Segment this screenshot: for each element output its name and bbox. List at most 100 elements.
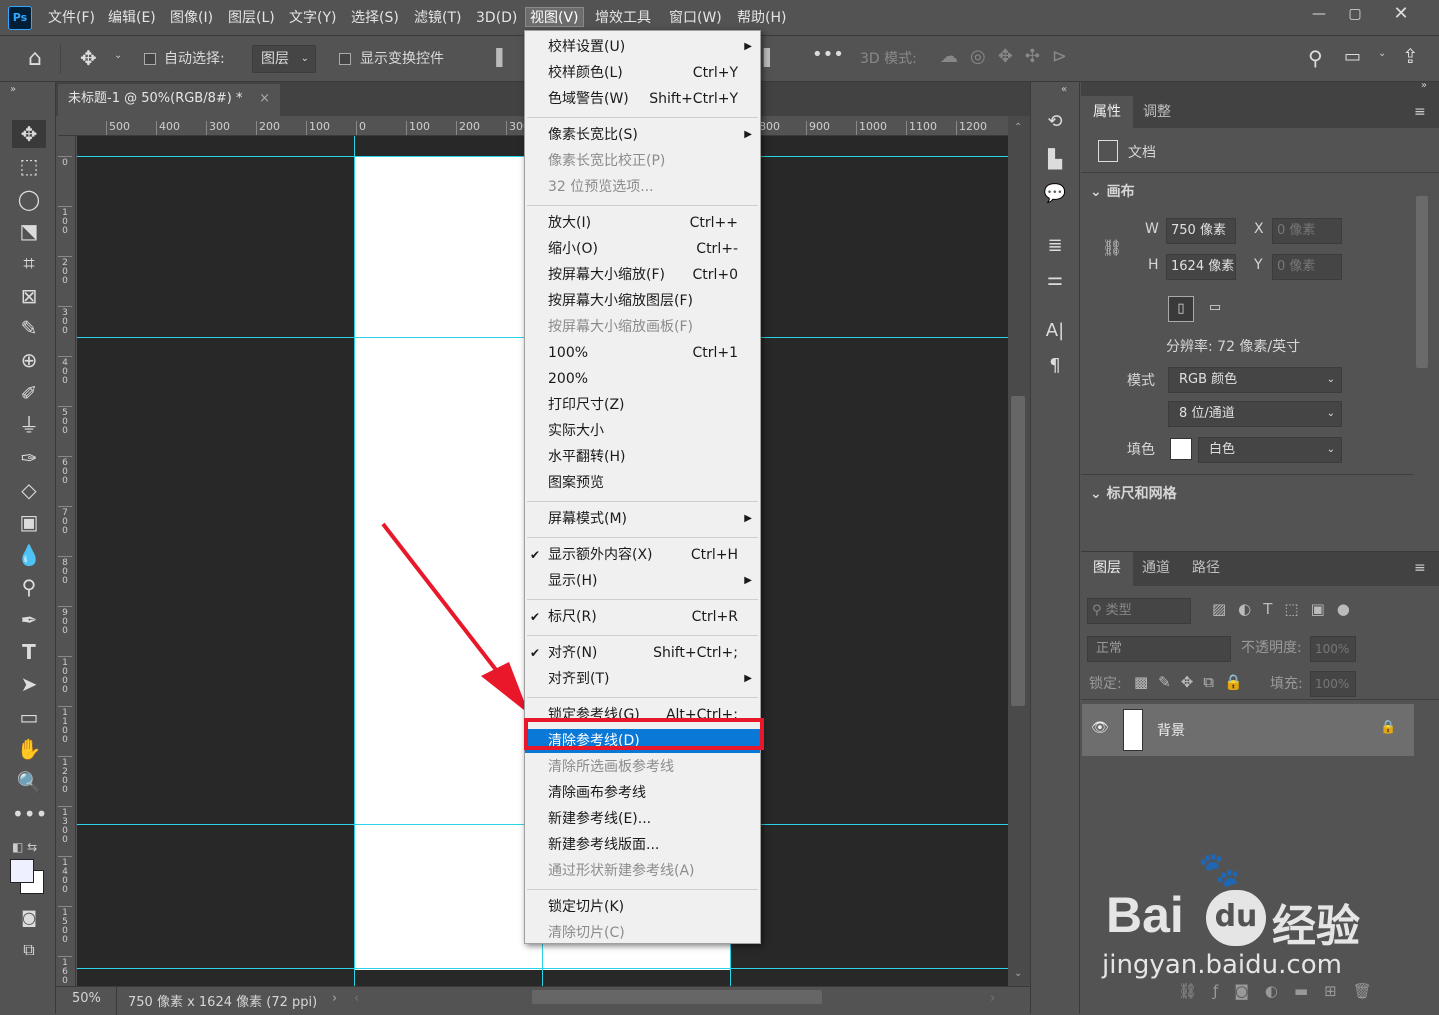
distribute-icon[interactable]: ▌ xyxy=(764,48,776,67)
tab-properties[interactable]: 属性 xyxy=(1081,96,1133,128)
properties-scroll-thumb[interactable] xyxy=(1416,196,1428,368)
maximize-icon[interactable]: ▢ xyxy=(1338,2,1372,26)
tab-layers[interactable]: 图层 xyxy=(1081,552,1133,586)
view-menu-item[interactable]: 像素长宽比(S) ▶ xyxy=(525,123,760,147)
expand-icon[interactable]: » xyxy=(10,84,16,95)
view-menu-item[interactable]: 校样颜色(L) Ctrl+Y xyxy=(525,61,760,85)
view-menu-item[interactable]: 色域警告(W) Shift+Ctrl+Y xyxy=(525,87,760,111)
view-menu-item[interactable]: 200% xyxy=(525,367,760,391)
collapse-icon[interactable]: « xyxy=(1061,84,1067,95)
gradient-tool-icon[interactable]: ▣ xyxy=(12,508,46,536)
view-menu-item[interactable]: 新建参考线版面... xyxy=(525,833,760,857)
auto-select-checkbox[interactable] xyxy=(144,53,156,65)
more-tools-icon[interactable]: ••• xyxy=(12,800,47,828)
marquee-tool-icon[interactable]: ⬚ xyxy=(12,152,46,180)
scroll-up-icon[interactable]: ⌃ xyxy=(1014,122,1022,133)
chevron-down-icon[interactable]: ⌄ xyxy=(114,50,122,61)
history-brush-tool-icon[interactable]: ✑ xyxy=(12,444,46,472)
rulers-grid-section-header[interactable]: ⌄ 标尺和网格 xyxy=(1090,483,1177,503)
rectangle-tool-icon[interactable]: ▭ xyxy=(12,703,46,731)
view-menu-item[interactable]: 缩小(O) Ctrl+- xyxy=(525,237,760,261)
fill-opacity-field[interactable]: 100% xyxy=(1310,671,1356,697)
share-icon[interactable]: ⇪ xyxy=(1402,44,1419,68)
menu-select[interactable]: 选择(S) xyxy=(351,8,399,28)
layer-name[interactable]: 背景 xyxy=(1157,720,1185,740)
fill-select[interactable]: 白色 ⌄ xyxy=(1198,437,1342,463)
adjustments-panel-icon[interactable]: ⚌ xyxy=(1040,266,1070,294)
lock-icons[interactable]: ▩✎✥⧉🔒 xyxy=(1134,673,1253,691)
layer-filter-icons[interactable]: ▨◐T⬚▣● xyxy=(1212,600,1362,618)
brush-tool-icon[interactable]: ✐ xyxy=(12,379,46,407)
type-tool-icon[interactable]: T xyxy=(12,638,46,666)
healing-tool-icon[interactable]: ⊕ xyxy=(12,346,46,374)
pen-tool-icon[interactable]: ✒ xyxy=(12,606,46,634)
view-menu-item[interactable]: 实际大小 xyxy=(525,419,760,443)
eyedropper-tool-icon[interactable]: ✎ xyxy=(12,314,46,342)
view-menu-item[interactable]: 屏幕模式(M) ▶ xyxy=(525,507,760,531)
menu-plugins[interactable]: 增效工具 xyxy=(595,8,651,28)
view-menu-item[interactable]: 清除画布参考线 xyxy=(525,781,760,805)
zoom-tool-icon[interactable]: 🔍 xyxy=(12,768,46,796)
paragraph-panel-icon[interactable]: ¶ xyxy=(1040,352,1070,380)
document-tab[interactable]: 未标题-1 @ 50%(RGB/8#) * × xyxy=(58,84,280,116)
frame-tool-icon[interactable]: ⊠ xyxy=(12,282,46,310)
character-panel-icon[interactable]: A| xyxy=(1040,317,1070,345)
stamp-tool-icon[interactable]: ⏚ xyxy=(12,411,46,439)
menu-file[interactable]: 文件(F) xyxy=(48,8,95,28)
history-panel-icon[interactable]: ⟲ xyxy=(1040,108,1070,136)
view-menu-item[interactable]: 100% Ctrl+1 xyxy=(525,341,760,365)
scroll-down-icon[interactable]: ⌄ xyxy=(1014,968,1022,979)
view-menu-item[interactable]: 图案预览 xyxy=(525,471,760,495)
crop-tool-icon[interactable]: ⌗ xyxy=(12,249,46,277)
home-icon[interactable]: ⌂ xyxy=(28,46,42,71)
width-field[interactable]: 750 像素 xyxy=(1166,218,1236,244)
tab-paths[interactable]: 路径 xyxy=(1180,552,1232,586)
tab-channels[interactable]: 通道 xyxy=(1130,552,1182,586)
move-tool-icon[interactable]: ✥ xyxy=(12,120,46,148)
layers-menu-icon[interactable]: ≡ xyxy=(1414,560,1426,576)
menu-layer[interactable]: 图层(L) xyxy=(228,8,275,28)
search-icon[interactable]: ⚲ xyxy=(1308,46,1323,70)
move-tool-icon[interactable]: ✥ xyxy=(80,46,97,70)
quick-mask-icon[interactable]: ◙ xyxy=(12,904,46,932)
view-menu-item[interactable]: 按屏幕大小缩放(F) Ctrl+0 xyxy=(525,263,760,287)
chevron-right-icon[interactable]: › xyxy=(332,991,337,1006)
menu-filter[interactable]: 滤镜(T) xyxy=(414,8,461,28)
menu-edit[interactable]: 编辑(E) xyxy=(108,8,156,28)
view-menu-item[interactable]: 锁定切片(K) xyxy=(525,895,760,919)
menu-help[interactable]: 帮助(H) xyxy=(737,8,786,28)
blur-tool-icon[interactable]: 💧 xyxy=(12,541,46,569)
height-field[interactable]: 1624 像素 xyxy=(1166,254,1236,280)
y-field[interactable]: 0 像素 xyxy=(1272,254,1342,280)
blend-mode-select[interactable]: 正常 xyxy=(1087,636,1231,662)
workspace-icon[interactable]: ▭ xyxy=(1344,46,1361,67)
scroll-right-icon[interactable]: › xyxy=(990,991,995,1006)
plugins-panel-icon[interactable]: ▙ xyxy=(1040,146,1070,174)
view-menu-item[interactable]: ✔ 标尺(R) Ctrl+R xyxy=(525,605,760,629)
screen-mode-icon[interactable]: ⧉ xyxy=(12,936,46,964)
brush-settings-icon[interactable]: ≣ xyxy=(1040,232,1070,260)
opacity-field[interactable]: 100% xyxy=(1310,636,1356,662)
close-tab-icon[interactable]: × xyxy=(259,84,270,114)
view-menu-item[interactable]: 水平翻转(H) xyxy=(525,445,760,469)
comments-panel-icon[interactable]: 💬 xyxy=(1040,180,1070,208)
menu-window[interactable]: 窗口(W) xyxy=(669,8,722,28)
dodge-tool-icon[interactable]: ⚲ xyxy=(12,573,46,601)
view-menu-item[interactable]: 放大(I) Ctrl++ xyxy=(525,211,760,235)
mode-select[interactable]: RGB 颜色 ⌄ xyxy=(1168,367,1342,393)
view-menu-item[interactable]: ✔ 对齐(N) Shift+Ctrl+; xyxy=(525,641,760,665)
horizontal-scroll-thumb[interactable] xyxy=(532,990,822,1004)
more-options-icon[interactable]: ••• xyxy=(812,44,844,65)
lasso-tool-icon[interactable]: ◯ xyxy=(12,185,46,213)
chevron-down-icon[interactable]: ⌄ xyxy=(1378,48,1386,59)
view-menu-item[interactable]: 按屏幕大小缩放图层(F) xyxy=(525,289,760,313)
align-left-icon[interactable]: ▐ xyxy=(490,48,502,67)
view-menu-item[interactable]: 打印尺寸(Z) xyxy=(525,393,760,417)
menu-3d[interactable]: 3D(D) xyxy=(476,8,517,28)
menu-view[interactable]: 视图(V) xyxy=(525,7,584,27)
foreground-color-swatch[interactable] xyxy=(10,859,34,883)
menu-image[interactable]: 图像(I) xyxy=(170,8,213,28)
portrait-orientation-icon[interactable]: ▯ xyxy=(1168,296,1194,322)
canvas-section-header[interactable]: ⌄ 画布 xyxy=(1090,181,1135,201)
zoom-level[interactable]: 50% xyxy=(72,991,101,1006)
